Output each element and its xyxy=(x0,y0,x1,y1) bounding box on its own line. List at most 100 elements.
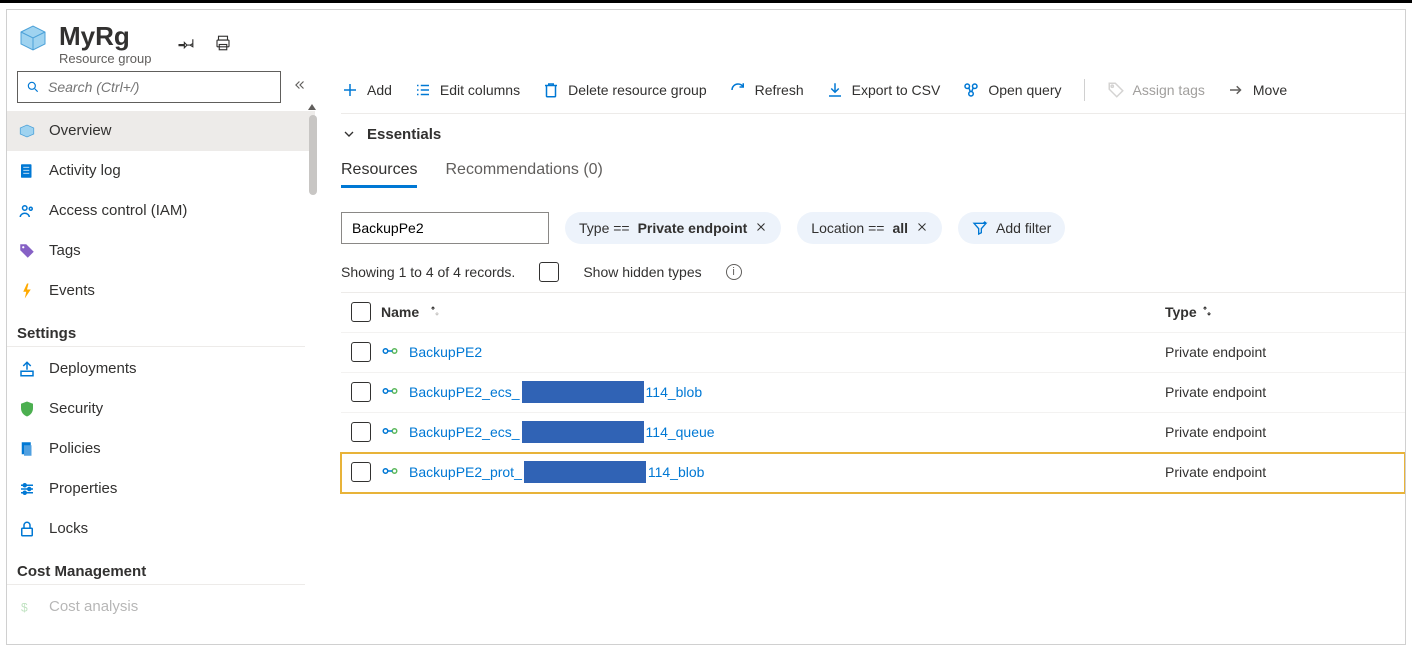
sidebar-item-activity-log[interactable]: Activity log xyxy=(7,151,315,191)
search-box[interactable] xyxy=(17,71,281,103)
row-checkbox[interactable] xyxy=(351,342,371,362)
tabs: Resources Recommendations (0) xyxy=(341,155,1405,188)
redacted-segment xyxy=(522,421,644,443)
edit-columns-button[interactable]: Edit columns xyxy=(414,81,520,99)
column-header-type[interactable]: Type xyxy=(1165,304,1405,320)
sidebar-item-security[interactable]: Security xyxy=(7,389,315,429)
nav-group-cost: Cost Management xyxy=(7,553,305,585)
columns-icon xyxy=(414,81,432,99)
open-query-button[interactable]: Open query xyxy=(962,81,1061,99)
records-summary-row: Showing 1 to 4 of 4 records. Show hidden… xyxy=(341,258,1405,292)
resource-link[interactable]: BackupPE2_ecs_114_blob xyxy=(409,381,702,403)
redacted-segment xyxy=(522,381,644,403)
resource-link[interactable]: BackupPE2_ecs_114_queue xyxy=(409,421,715,443)
resource-link[interactable]: BackupPE2 xyxy=(409,344,482,360)
access-control-icon xyxy=(17,202,37,220)
resource-type: Private endpoint xyxy=(1165,344,1405,360)
export-csv-button[interactable]: Export to CSV xyxy=(826,81,941,99)
sort-icon xyxy=(1201,304,1213,320)
sidebar-item-locks[interactable]: Locks xyxy=(7,509,315,549)
resource-type: Private endpoint xyxy=(1165,424,1405,440)
delete-button[interactable]: Delete resource group xyxy=(542,81,707,99)
sidebar-item-cost-analysis[interactable]: $ Cost analysis xyxy=(7,587,315,627)
svg-text:$: $ xyxy=(21,600,28,614)
events-icon xyxy=(17,282,37,300)
security-icon xyxy=(17,400,37,418)
add-button[interactable]: Add xyxy=(341,81,392,99)
close-icon[interactable] xyxy=(916,220,928,236)
tags-icon xyxy=(17,242,37,260)
properties-icon xyxy=(17,480,37,498)
toolbar-divider xyxy=(1084,79,1085,101)
search-icon xyxy=(26,80,40,94)
resource-type: Private endpoint xyxy=(1165,384,1405,400)
chevron-down-icon xyxy=(341,126,357,142)
resource-type: Private endpoint xyxy=(1165,464,1405,480)
row-checkbox[interactable] xyxy=(351,382,371,402)
table-row[interactable]: BackupPE2_ecs_114_queue Private endpoint xyxy=(341,413,1405,453)
filter-input[interactable] xyxy=(341,212,549,244)
filter-pill-location[interactable]: Location == all xyxy=(797,212,942,244)
sidebar-scrollbar[interactable] xyxy=(309,115,317,195)
plus-icon xyxy=(341,81,359,99)
scroll-up-indicator xyxy=(307,99,317,109)
sidebar-nav: Overview Activity log Access control (IA… xyxy=(7,111,317,644)
essentials-toggle[interactable]: Essentials xyxy=(341,114,1405,155)
search-input[interactable] xyxy=(46,78,272,96)
table-row[interactable]: BackupPE2_prot_114_blob Private endpoint xyxy=(341,453,1405,493)
select-all-checkbox[interactable] xyxy=(351,302,371,322)
overview-icon xyxy=(17,122,37,140)
row-checkbox[interactable] xyxy=(351,462,371,482)
row-checkbox[interactable] xyxy=(351,422,371,442)
activity-log-icon xyxy=(17,162,37,180)
resource-group-icon xyxy=(17,22,49,57)
info-icon[interactable]: i xyxy=(726,264,742,280)
download-icon xyxy=(826,81,844,99)
sidebar-item-properties[interactable]: Properties xyxy=(7,469,315,509)
pin-icon[interactable] xyxy=(178,34,196,55)
resource-link[interactable]: BackupPE2_prot_114_blob xyxy=(409,461,704,483)
sort-icon xyxy=(429,304,441,320)
sidebar-item-tags[interactable]: Tags xyxy=(7,231,315,271)
redacted-segment xyxy=(524,461,646,483)
page-subtitle: Resource group xyxy=(59,52,152,67)
move-button[interactable]: Move xyxy=(1227,81,1287,99)
tag-icon xyxy=(1107,81,1125,99)
trash-icon xyxy=(542,81,560,99)
add-filter-button[interactable]: Add filter xyxy=(958,212,1065,244)
table-row[interactable]: BackupPE2_ecs_114_blob Private endpoint xyxy=(341,373,1405,413)
filter-pill-type[interactable]: Type == Private endpoint xyxy=(565,212,781,244)
page-title: MyRg xyxy=(59,22,152,52)
sidebar-item-access-control[interactable]: Access control (IAM) xyxy=(7,191,315,231)
private-endpoint-icon xyxy=(381,462,399,483)
query-icon xyxy=(962,81,980,99)
header: MyRg Resource group xyxy=(7,10,1405,71)
assign-tags-button[interactable]: Assign tags xyxy=(1107,81,1205,99)
filter-row: Type == Private endpoint Location == all… xyxy=(341,188,1405,258)
toolbar: Add Edit columns Delete resource group R… xyxy=(341,71,1405,114)
nav-group-settings: Settings xyxy=(7,315,305,347)
show-hidden-label: Show hidden types xyxy=(583,264,701,280)
print-icon[interactable] xyxy=(214,34,232,55)
arrow-right-icon xyxy=(1227,81,1245,99)
tab-resources[interactable]: Resources xyxy=(341,161,417,188)
refresh-button[interactable]: Refresh xyxy=(729,81,804,99)
show-hidden-checkbox[interactable] xyxy=(539,262,559,282)
deployments-icon xyxy=(17,360,37,378)
refresh-icon xyxy=(729,81,747,99)
sidebar-item-overview[interactable]: Overview xyxy=(7,111,315,151)
close-icon[interactable] xyxy=(755,220,767,236)
private-endpoint-icon xyxy=(381,422,399,443)
column-header-name[interactable]: Name xyxy=(381,304,1165,320)
sidebar: Overview Activity log Access control (IA… xyxy=(7,71,317,644)
private-endpoint-icon xyxy=(381,382,399,403)
add-filter-icon xyxy=(972,220,988,236)
records-count-text: Showing 1 to 4 of 4 records. xyxy=(341,264,515,280)
cost-analysis-icon: $ xyxy=(17,598,37,616)
collapse-sidebar-button[interactable] xyxy=(293,78,307,95)
sidebar-item-policies[interactable]: Policies xyxy=(7,429,315,469)
table-row[interactable]: BackupPE2 Private endpoint xyxy=(341,333,1405,373)
sidebar-item-events[interactable]: Events xyxy=(7,271,315,311)
sidebar-item-deployments[interactable]: Deployments xyxy=(7,349,315,389)
tab-recommendations[interactable]: Recommendations (0) xyxy=(445,161,602,188)
